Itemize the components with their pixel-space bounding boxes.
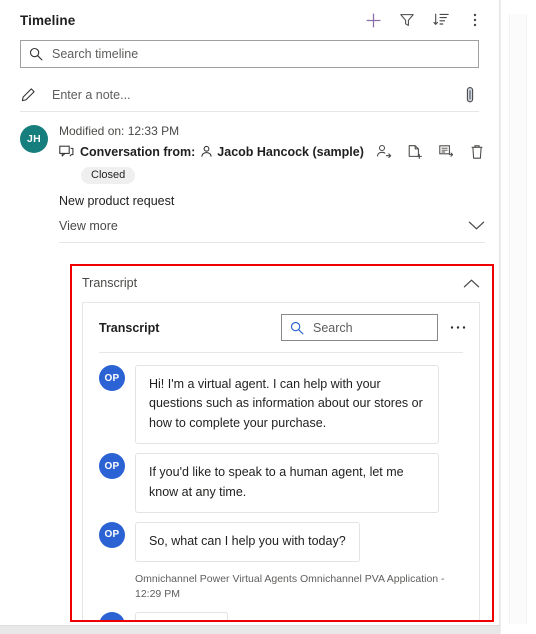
transcript-accordion-header[interactable]: Transcript [72,266,492,300]
assign-icon[interactable] [375,143,392,160]
attachment-icon[interactable] [461,86,479,104]
timeline-entry: JH Modified on: 12:33 PM Conversation fr… [20,112,485,243]
filter-icon[interactable] [397,10,417,30]
avatar: OP [99,365,125,391]
message-bubble: If you'd like to speak to a human agent,… [135,453,439,513]
modified-on-text: Modified on: 12:33 PM [59,124,180,138]
transcript-accordion-title: Transcript [82,276,138,290]
conversation-actions [365,143,485,160]
list-item: OP So, what can I help you with today? [99,521,463,563]
message-bubble: Hi! I'm a virtual agent. I can help with… [135,365,439,445]
message-bubble: So, what can I help you with today? [135,521,360,563]
note-row[interactable]: Enter a note... [20,78,479,112]
view-more-label: View more [59,218,118,233]
more-options-icon[interactable] [465,10,485,30]
scrollbar-track[interactable] [509,14,527,624]
sort-descending-icon[interactable] [431,10,451,30]
panel-scroll-strip[interactable] [500,0,536,634]
timeline-header: Timeline [0,0,499,40]
add-note-icon[interactable] [437,143,454,160]
search-timeline-box[interactable] [20,40,479,68]
view-more-button[interactable]: View more [59,208,485,243]
page-title: Timeline [20,12,76,28]
conversation-label: Conversation from: [80,144,196,159]
timeline-panel-app: Timeline Search timeline Enter a note...… [0,0,536,634]
add-icon[interactable] [363,10,383,30]
search-input[interactable] [50,46,470,62]
note-placeholder: Enter a note... [52,87,131,102]
contact-name-link[interactable]: Jacob Hancock (sample) [217,145,364,159]
avatar: CU [99,611,125,620]
search-icon [29,47,43,61]
status-badge-row: Closed [59,160,485,184]
list-item: CU Store hours [99,611,463,620]
horizontal-scrollbar[interactable] [0,625,500,634]
transcript-card-header: Transcript [83,303,479,352]
conversation-icon [59,145,74,159]
search-timeline-wrap [0,40,499,68]
transcript-message-list: OP Hi! I'm a virtual agent. I can help w… [83,353,479,620]
transcript-card: Transcript OP Hi! I'm a virtual agent. I… [82,302,480,620]
convert-to-case-icon[interactable] [406,143,423,160]
transcript-search-box[interactable] [281,314,476,341]
delete-icon[interactable] [468,143,485,160]
message-timestamp: Omnichannel Power Virtual Agents Omnicha… [135,573,445,601]
list-item: OP If you'd like to speak to a human age… [99,453,463,513]
transcript-highlight-box: Transcript Transcript Search OP Hi! I'm … [70,264,494,622]
avatar: OP [99,453,125,480]
list-item: OP Hi! I'm a virtual agent. I can help w… [99,365,463,445]
transcript-card-title: Transcript [99,320,160,335]
chevron-up-icon[interactable] [463,278,480,289]
message-bubble: Store hours [135,611,228,620]
avatar: JH [20,125,48,153]
avatar: OP [99,521,125,548]
pencil-icon [20,87,40,103]
status-badge: Closed [81,166,136,184]
conversation-line: Conversation from: Jacob Hancock (sample… [59,143,485,160]
contact-icon [200,145,213,158]
chevron-down-icon [468,220,485,231]
timeline-header-actions [363,10,485,30]
search-icon [290,321,304,335]
more-options-icon[interactable] [449,319,467,337]
entry-subject: New product request [59,193,175,208]
timeline-entry-body: Modified on: 12:33 PM Conversation from:… [59,122,485,243]
